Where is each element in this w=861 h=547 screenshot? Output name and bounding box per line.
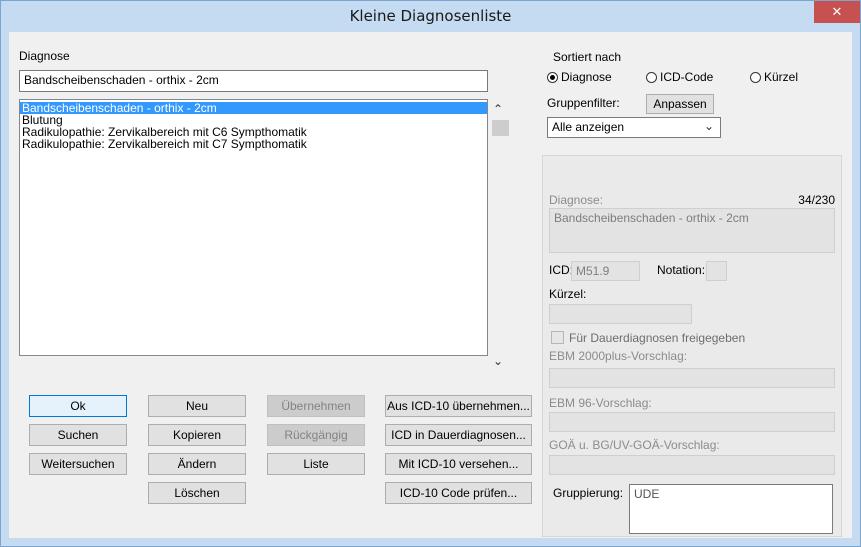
notation-label: Notation:: [657, 263, 706, 277]
window-title: Kleine Diagnosenliste: [349, 7, 512, 25]
gruppierung-label: Gruppierung:: [553, 486, 624, 500]
rueckgaengig-button[interactable]: Rückgängig: [267, 424, 365, 446]
dauerdiagnosen-checkbox[interactable]: [551, 331, 564, 344]
aendern-button[interactable]: Ändern: [148, 453, 246, 475]
icd-code-pruefen-button[interactable]: ICD-10 Code prüfen...: [385, 482, 532, 504]
radio-kuerzel[interactable]: [750, 72, 761, 83]
anpassen-button[interactable]: Anpassen: [646, 94, 714, 114]
record-counter: 34/230: [798, 193, 835, 207]
diagnose-input[interactable]: Bandscheibenschaden - orthix - 2cm: [19, 70, 488, 92]
diagnose-list[interactable]: Bandscheibenschaden - orthix - 2cm Blutu…: [19, 99, 488, 356]
diagnose-label: Diagnose: [19, 49, 70, 63]
gruppenfilter-select[interactable]: Alle anzeigen ⌄: [547, 117, 721, 138]
radio-icd-code[interactable]: [646, 72, 657, 83]
list-item[interactable]: Bandscheibenschaden - orthix - 2cm: [20, 102, 487, 114]
ok-button[interactable]: Ok: [29, 395, 127, 417]
goa-field[interactable]: [549, 455, 835, 475]
mit-icd-versehen-button[interactable]: Mit ICD-10 versehen...: [385, 453, 532, 475]
icd-field[interactable]: M51.9: [571, 261, 640, 281]
uebernehmen-button[interactable]: Übernehmen: [267, 395, 365, 417]
ebm2000-label: EBM 2000plus-Vorschlag:: [549, 349, 688, 363]
list-item[interactable]: Radikulopathie: Zervikalbereich mit C7 S…: [20, 138, 487, 150]
scroll-down-icon[interactable]: ⌄: [491, 354, 505, 368]
dialog-client-area: Diagnose Bandscheibenschaden - orthix - …: [9, 32, 852, 538]
liste-button[interactable]: Liste: [267, 453, 365, 475]
kopieren-button[interactable]: Kopieren: [148, 424, 246, 446]
radio-diagnose-label: Diagnose: [561, 70, 612, 84]
dauerdiagnosen-label: Für Dauerdiagnosen freigegeben: [569, 331, 746, 345]
kuerzel-field[interactable]: [549, 304, 692, 324]
kuerzel-label: Kürzel:: [549, 287, 587, 301]
close-icon: ✕: [831, 4, 843, 19]
sortiert-nach-label: Sortiert nach: [553, 50, 622, 64]
loeschen-button[interactable]: Löschen: [148, 482, 246, 504]
dialog-window: Kleine Diagnosenliste ✕ Diagnose Bandsch…: [0, 0, 861, 547]
ebm96-field[interactable]: [549, 412, 835, 432]
gruppenfilter-value: Alle anzeigen: [552, 120, 625, 134]
detail-diagnose-field[interactable]: Bandscheibenschaden - orthix - 2cm: [549, 208, 835, 253]
goa-label: GOÄ u. BG/UV-GOÄ-Vorschlag:: [549, 438, 720, 452]
ebm2000-field[interactable]: [549, 368, 835, 388]
ebm96-label: EBM 96-Vorschlag:: [549, 396, 652, 410]
detail-diagnose-label: Diagnose:: [549, 193, 604, 207]
radio-diagnose[interactable]: [547, 72, 558, 83]
scroll-up-icon[interactable]: ⌃: [491, 102, 505, 116]
icd-dauerdiagnosen-button[interactable]: ICD in Dauerdiagnosen...: [385, 424, 532, 446]
suchen-button[interactable]: Suchen: [29, 424, 127, 446]
radio-icd-code-label: ICD-Code: [660, 70, 714, 84]
weitersuchen-button[interactable]: Weitersuchen: [29, 453, 127, 475]
detail-panel: Diagnose: 34/230 Bandscheibenschaden - o…: [542, 155, 842, 537]
radio-kuerzel-label: Kürzel: [764, 70, 799, 84]
icd-label: ICD:: [549, 263, 573, 277]
title-bar: Kleine Diagnosenliste ✕: [1, 1, 860, 31]
aus-icd-uebernehmen-button[interactable]: Aus ICD-10 übernehmen...: [385, 395, 532, 417]
neu-button[interactable]: Neu: [148, 395, 246, 417]
notation-field[interactable]: [706, 261, 727, 281]
gruppierung-field[interactable]: UDE: [629, 484, 833, 534]
scrollbar-thumb[interactable]: [492, 120, 509, 136]
chevron-down-icon: ⌄: [703, 119, 714, 133]
gruppenfilter-label: Gruppenfilter:: [547, 96, 620, 110]
close-button[interactable]: ✕: [814, 1, 860, 23]
